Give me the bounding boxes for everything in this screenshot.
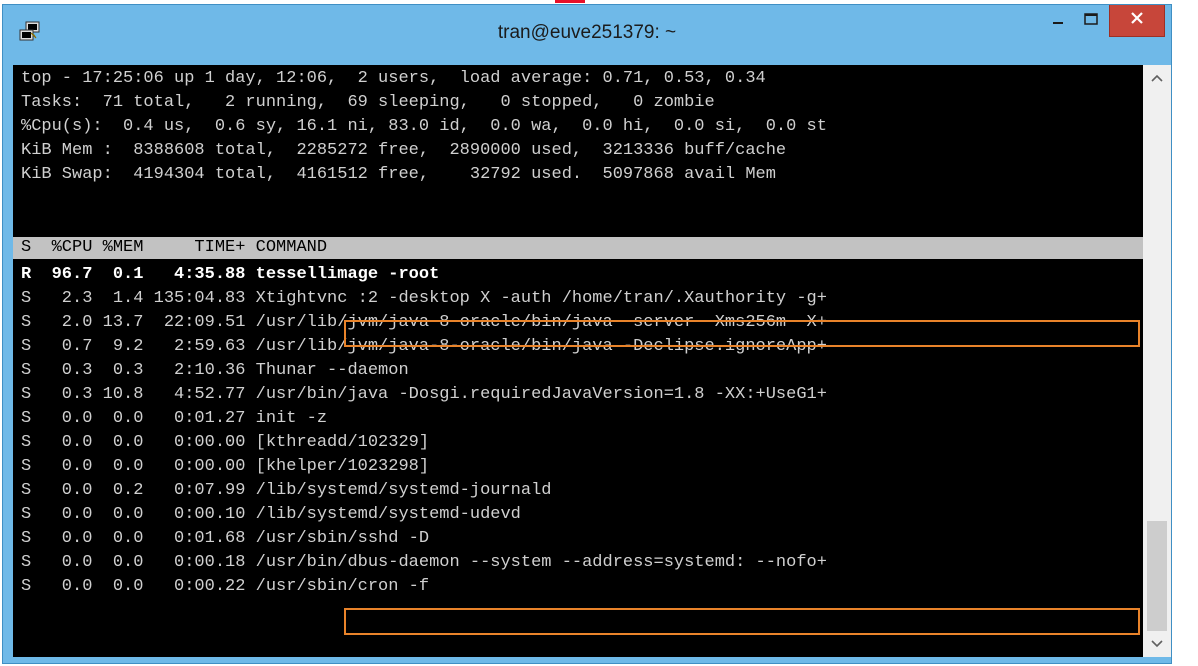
- maximize-icon: [1084, 12, 1098, 30]
- window-title: tran@euve251379: ~: [497, 22, 677, 43]
- process-row: S 0.0 0.0 0:00.18 /usr/bin/dbus-daemon -…: [21, 553, 827, 572]
- highlight-box-dbus-daemon: [344, 608, 1140, 635]
- process-table-header-text: S %CPU %MEM TIME+ COMMAND: [21, 238, 328, 257]
- process-row: S 0.3 0.3 2:10.36 Thunar --daemon: [21, 361, 409, 380]
- minimize-icon: [1052, 12, 1064, 30]
- process-row: S 0.0 0.0 0:00.10 /lib/systemd/systemd-u…: [21, 505, 521, 524]
- chevron-up-icon: [1151, 69, 1163, 87]
- chevron-down-icon: [1151, 635, 1163, 653]
- process-row: S 0.0 0.0 0:00.00 [khelper/1023298]: [21, 457, 430, 476]
- maximize-button[interactable]: [1073, 5, 1109, 37]
- terminal-output[interactable]: top - 17:25:06 up 1 day, 12:06, 2 users,…: [13, 65, 1143, 657]
- process-row: S 2.3 1.4 135:04.83 Xtightvnc :2 -deskto…: [21, 289, 827, 308]
- summary-line-mem: KiB Mem : 8388608 total, 2285272 free, 2…: [21, 141, 787, 160]
- process-row: R 96.7 0.1 4:35.88 tessellimage -root: [21, 265, 440, 284]
- summary-line-cpu: %Cpu(s): 0.4 us, 0.6 sy, 16.1 ni, 83.0 i…: [21, 117, 827, 136]
- title-bar[interactable]: tran@euve251379: ~: [3, 5, 1171, 63]
- summary-line-uptime: top - 17:25:06 up 1 day, 12:06, 2 users,…: [21, 69, 766, 88]
- summary-line-swap: KiB Swap: 4194304 total, 4161512 free, 3…: [21, 165, 776, 184]
- close-icon: [1130, 11, 1144, 30]
- process-row: S 0.3 10.8 4:52.77 /usr/bin/java -Dosgi.…: [21, 385, 827, 404]
- process-row: S 0.0 0.2 0:07.99 /lib/systemd/systemd-j…: [21, 481, 552, 500]
- scroll-up-button[interactable]: [1143, 65, 1171, 91]
- scrollbar-thumb[interactable]: [1147, 521, 1167, 631]
- terminal-window: tran@euve251379: ~ top - 17:25:06 up 1 d…: [2, 4, 1172, 664]
- process-row: S 0.0 0.0 0:01.68 /usr/sbin/sshd -D: [21, 529, 430, 548]
- highlight-box-java-server: [344, 320, 1140, 347]
- summary-line-tasks: Tasks: 71 total, 2 running, 69 sleeping,…: [21, 93, 715, 112]
- process-row: S 0.0 0.0 0:01.27 init -z: [21, 409, 328, 428]
- process-row: S 0.0 0.0 0:00.22 /usr/sbin/cron -f: [21, 577, 430, 596]
- minimize-button[interactable]: [1043, 5, 1073, 37]
- vertical-scrollbar[interactable]: [1143, 65, 1171, 657]
- process-row: S 0.0 0.0 0:00.00 [kthreadd/102329]: [21, 433, 430, 452]
- scroll-down-button[interactable]: [1143, 631, 1171, 657]
- red-accent-strip: [555, 0, 585, 3]
- process-table-header: S %CPU %MEM TIME+ COMMAND: [13, 237, 1143, 259]
- close-button[interactable]: [1109, 5, 1165, 37]
